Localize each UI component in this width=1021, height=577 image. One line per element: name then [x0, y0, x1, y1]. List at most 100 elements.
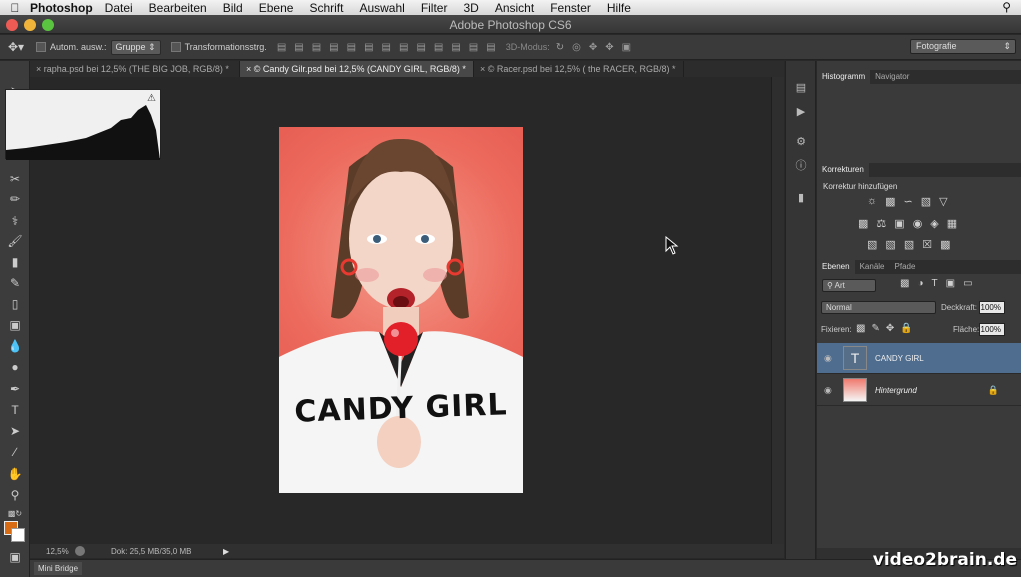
filter-smart-object-icon[interactable]: ▭	[963, 278, 972, 289]
scale-3d-icon[interactable]: ▣	[622, 42, 631, 53]
distribute-vcenter-icon[interactable]: ▤	[399, 42, 408, 53]
vertical-scrollbar[interactable]	[771, 77, 784, 544]
menu-filter[interactable]: Filter	[421, 1, 448, 15]
menu-ansicht[interactable]: Ansicht	[495, 1, 534, 15]
zoom-tool-icon[interactable]: ⚲	[6, 487, 24, 503]
layer-name[interactable]: Hintergrund	[875, 386, 917, 395]
menu-3d[interactable]: 3D	[463, 1, 478, 15]
tab-navigator[interactable]: Navigator	[870, 70, 914, 84]
auto-select-dropdown[interactable]: Gruppe ⇕	[110, 39, 161, 55]
color-lookup-icon[interactable]: ▦	[947, 217, 957, 230]
tab-layers[interactable]: Ebenen	[817, 260, 855, 274]
history-brush-tool-icon[interactable]: ✎	[6, 275, 24, 291]
threshold-icon[interactable]: ▧	[904, 238, 914, 251]
align-bottom-icon[interactable]: ▤	[312, 42, 321, 53]
curves-icon[interactable]: ∽	[904, 195, 913, 208]
distribute-bottom-icon[interactable]: ▤	[416, 42, 425, 53]
mini-bridge-tab[interactable]: Mini Bridge	[34, 562, 83, 575]
spotlight-search-icon[interactable]: ⚲	[1002, 0, 1011, 14]
filter-type-icon[interactable]: T	[932, 278, 938, 289]
path-select-tool-icon[interactable]: ➤	[6, 423, 24, 439]
brightness-icon[interactable]: ☼	[867, 195, 877, 208]
actions-panel-icon[interactable]: ▶	[794, 105, 808, 119]
properties-panel-icon[interactable]: ⚙	[794, 135, 808, 149]
brush-tool-icon[interactable]: 🖌	[6, 233, 24, 249]
menu-datei[interactable]: Datei	[105, 1, 133, 15]
channel-mixer-icon[interactable]: ◈	[930, 217, 938, 230]
vibrance-icon[interactable]: ▽	[939, 195, 947, 208]
align-hcenter-icon[interactable]: ▤	[347, 42, 356, 53]
type-tool-icon[interactable]: T	[6, 402, 24, 418]
hand-tool-icon[interactable]: ✋	[6, 466, 24, 482]
pen-tool-icon[interactable]: ✒	[6, 381, 24, 397]
menu-auswahl[interactable]: Auswahl	[359, 1, 404, 15]
visibility-eye-icon[interactable]: ◉	[824, 385, 832, 396]
transform-controls-checkbox[interactable]	[170, 42, 181, 52]
info-panel-icon[interactable]: ⓘ	[794, 159, 808, 173]
menu-bearbeiten[interactable]: Bearbeiten	[149, 1, 207, 15]
tab-rapha[interactable]: × rapha.psd bei 12,5% (THE BIG JOB, RGB/…	[30, 61, 240, 77]
menu-hilfe[interactable]: Hilfe	[607, 1, 631, 15]
align-right-icon[interactable]: ▤	[364, 42, 373, 53]
lock-transparency-icon[interactable]: ▩	[856, 323, 865, 334]
visibility-eye-icon[interactable]: ◉	[824, 353, 832, 364]
tab-close-icon[interactable]: ×	[36, 64, 41, 74]
layer-row-hintergrund[interactable]: ◉ Hintergrund 🔒	[817, 375, 1021, 406]
line-tool-icon[interactable]: ∕	[6, 444, 24, 460]
workspace-switcher[interactable]: Fotografie ⇕	[910, 39, 1016, 54]
document-profile-icon[interactable]	[75, 546, 85, 556]
black-white-icon[interactable]: ▣	[894, 217, 904, 230]
roll-3d-icon[interactable]: ◎	[572, 42, 581, 53]
tab-close-icon[interactable]: ×	[480, 64, 485, 74]
distribute-right-icon[interactable]: ▤	[469, 42, 478, 53]
default-colors-icon[interactable]: ▩↻	[6, 506, 24, 522]
history-panel-icon[interactable]: ▤	[794, 81, 808, 95]
tab-histogram[interactable]: Histogramm	[817, 70, 871, 84]
selective-color-icon[interactable]: ☒	[922, 238, 932, 251]
align-vcenter-icon[interactable]: ▤	[294, 42, 303, 53]
tab-channels[interactable]: Kanäle	[855, 260, 890, 274]
distribute-hcenter-icon[interactable]: ▤	[451, 42, 460, 53]
lock-all-icon[interactable]: 🔒	[900, 323, 912, 334]
fill-input[interactable]: 100%	[979, 323, 1005, 336]
photo-filter-icon[interactable]: ◉	[913, 217, 923, 230]
clone-stamp-tool-icon[interactable]: ▮	[6, 254, 24, 270]
color-balance-icon[interactable]: ⚖	[876, 217, 886, 230]
tab-paths[interactable]: Pfade	[890, 260, 921, 274]
blur-tool-icon[interactable]: 💧	[6, 338, 24, 354]
background-color-swatch[interactable]	[11, 528, 25, 542]
document-image[interactable]: CANDY GIRL	[279, 127, 523, 493]
layer-row-candy-girl[interactable]: ◉ T CANDY GIRL	[817, 343, 1021, 374]
tab-close-icon[interactable]: ×	[246, 64, 251, 74]
lock-position-icon[interactable]: ✥	[886, 323, 894, 334]
opacity-input[interactable]: 100%	[979, 301, 1005, 314]
move-tool-preset-icon[interactable]: ✥▾	[8, 40, 36, 54]
gradient-map-icon[interactable]: ▩	[940, 238, 950, 251]
filter-shape-icon[interactable]: ▣	[946, 278, 955, 289]
levels-icon[interactable]: ▩	[885, 195, 895, 208]
layer-filter-kind[interactable]: ⚲ Art	[822, 279, 876, 292]
zoom-level[interactable]: 12,5%	[30, 547, 75, 556]
tab-corrections[interactable]: Korrekturen	[817, 163, 869, 177]
filter-adjustment-icon[interactable]: ◑	[917, 278, 923, 289]
gradient-tool-icon[interactable]: ▣	[6, 317, 24, 333]
eyedropper-tool-icon[interactable]: ✏	[6, 191, 24, 207]
tab-racer[interactable]: × © Racer.psd bei 12,5% ( the RACER, RGB…	[474, 61, 684, 77]
cache-warning-icon[interactable]: ⚠	[147, 93, 156, 104]
rotate-3d-icon[interactable]: ↻	[556, 42, 564, 53]
auto-align-icon[interactable]: ▤	[486, 42, 495, 53]
auto-select-checkbox[interactable]	[36, 42, 46, 52]
slide-3d-icon[interactable]: ✥	[605, 42, 613, 53]
healing-brush-tool-icon[interactable]: ⚕	[6, 213, 24, 229]
pan-3d-icon[interactable]: ✥	[589, 42, 597, 53]
menu-fenster[interactable]: Fenster	[550, 1, 591, 15]
crop-tool-icon[interactable]: ✂	[6, 171, 24, 187]
exposure-icon[interactable]: ▧	[921, 195, 931, 208]
menu-schrift[interactable]: Schrift	[309, 1, 343, 15]
quick-mask-icon[interactable]: ▣	[6, 549, 24, 565]
apple-icon[interactable]: 	[0, 1, 30, 15]
menu-ebene[interactable]: Ebene	[259, 1, 294, 15]
align-top-icon[interactable]: ▤	[277, 42, 286, 53]
menu-bild[interactable]: Bild	[223, 1, 243, 15]
lock-pixels-icon[interactable]: ✎	[871, 323, 879, 334]
